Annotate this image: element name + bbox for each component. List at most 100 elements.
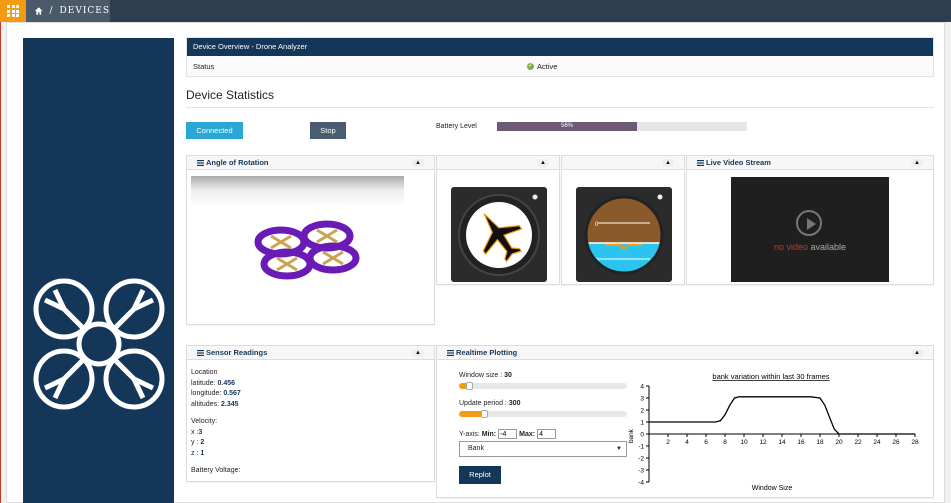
update-period-slider[interactable] bbox=[459, 410, 627, 418]
grid-icon[interactable] bbox=[0, 0, 26, 22]
velocity-label: Velocity: bbox=[191, 418, 218, 425]
sensor-list: Location latitude: 0.456 longitude: 0.56… bbox=[187, 360, 434, 485]
y-min-input[interactable] bbox=[498, 429, 518, 439]
y-tick-label: 2 bbox=[640, 408, 644, 415]
breadcrumb-devices[interactable]: DEVICES bbox=[60, 6, 110, 16]
heading-indicator-panel: ▲ bbox=[436, 155, 560, 285]
window-size-slider[interactable] bbox=[459, 382, 627, 390]
chart-title: bank variation within last 30 frames bbox=[712, 372, 829, 381]
panel-title: Live Video Stream bbox=[706, 158, 771, 167]
series-line bbox=[649, 396, 915, 435]
x-tick-label: 10 bbox=[740, 439, 748, 446]
bank-chart: bank variation within last 30 frames ban… bbox=[628, 372, 919, 492]
update-period-label: Update period : 300 bbox=[459, 400, 521, 407]
battery-progress-fill: 56% bbox=[497, 122, 637, 131]
page-title: Device Statistics bbox=[186, 88, 275, 102]
x-tick-label: 20 bbox=[835, 439, 843, 446]
velocity-x-row: x :3 bbox=[191, 428, 203, 436]
y-max-input[interactable] bbox=[537, 429, 557, 439]
sensor-readings-panel: Sensor Readings ▲ Location latitude: 0.4… bbox=[186, 345, 435, 482]
collapse-icon[interactable]: ▲ bbox=[911, 349, 923, 357]
x-tick-label: 22 bbox=[854, 439, 862, 446]
max-label: Max: bbox=[519, 430, 536, 438]
series-select[interactable]: Bank ▼ bbox=[459, 441, 627, 457]
list-icon bbox=[197, 349, 204, 356]
divider bbox=[0, 22, 1, 503]
check-icon: ✓ bbox=[527, 62, 534, 70]
battery-progress: 56% bbox=[497, 122, 747, 131]
status-label: Status bbox=[193, 61, 215, 71]
x-tick-label: 6 bbox=[704, 439, 708, 446]
play-icon[interactable] bbox=[796, 210, 822, 236]
y-tick-label: 1 bbox=[640, 420, 644, 427]
angle-of-rotation-panel: Angle of Rotation ▲ bbox=[186, 155, 435, 325]
x-tick-label: 24 bbox=[873, 439, 881, 446]
drone-3d-model bbox=[254, 220, 360, 280]
attitude-indicator: 0 0 bbox=[576, 187, 672, 282]
x-tick-label: 16 bbox=[797, 439, 805, 446]
home-icon[interactable] bbox=[34, 6, 43, 16]
heading-indicator bbox=[451, 187, 547, 282]
y-tick-label: -1 bbox=[638, 444, 644, 451]
top-bar: / DEVICES bbox=[0, 0, 951, 22]
collapse-icon[interactable]: ▲ bbox=[412, 159, 424, 167]
y-axis-range: Y-axis: Min: Max: bbox=[459, 429, 627, 439]
connected-button[interactable]: Connected bbox=[186, 122, 243, 139]
rotation-viewport bbox=[191, 176, 404, 208]
list-icon bbox=[197, 159, 204, 166]
x-tick-label: 18 bbox=[816, 439, 824, 446]
overview-title: Device Overview - Drone Analyzer bbox=[187, 38, 933, 56]
breadcrumb: / DEVICES bbox=[26, 0, 110, 22]
collapse-icon[interactable]: ▲ bbox=[537, 159, 549, 167]
y-tick-label: 3 bbox=[640, 396, 644, 403]
x-tick-label: 14 bbox=[778, 439, 786, 446]
y-tick-label: -4 bbox=[638, 480, 644, 487]
velocity-y-row: y : 2 bbox=[191, 439, 205, 446]
y-tick-label: -3 bbox=[638, 468, 644, 475]
x-tick-label: 26 bbox=[892, 439, 900, 446]
velocity-z-row: z : 1 bbox=[191, 449, 205, 457]
sidebar bbox=[23, 38, 174, 503]
battery-label: Battery Level bbox=[436, 123, 477, 130]
y-axis-label: Y-axis: bbox=[459, 430, 480, 438]
plot-controls: Window size : 30 Update period : 300 Y-a… bbox=[459, 372, 627, 484]
divider bbox=[186, 107, 934, 108]
longitude-row: longitude: 0.567 bbox=[191, 390, 241, 397]
x-tick-label: 28 bbox=[911, 439, 919, 446]
y-tick-label: 0 bbox=[640, 432, 644, 439]
breadcrumb-separator: / bbox=[49, 6, 54, 16]
drone-logo-icon bbox=[33, 278, 165, 410]
x-tick-label: 4 bbox=[685, 439, 689, 446]
replot-button[interactable]: Replot bbox=[459, 466, 501, 484]
status-value: Active bbox=[537, 61, 558, 71]
window-size-label: Window size : 30 bbox=[459, 372, 512, 379]
list-icon bbox=[697, 159, 704, 166]
x-tick-label: 8 bbox=[723, 439, 727, 446]
panel-title: Sensor Readings bbox=[206, 348, 268, 357]
collapse-icon[interactable]: ▲ bbox=[412, 349, 424, 357]
collapse-icon[interactable]: ▲ bbox=[911, 159, 923, 167]
x-tick-label: 2 bbox=[666, 439, 670, 446]
y-axis-title: bank bbox=[628, 428, 635, 443]
min-label: Min: bbox=[481, 430, 497, 438]
x-axis-title: Window Size bbox=[752, 485, 793, 492]
live-video-panel: Live Video Stream ▲ no video available bbox=[686, 155, 934, 285]
panel-title: Angle of Rotation bbox=[206, 158, 269, 167]
altitude-row: altitudes: 2.345 bbox=[191, 400, 239, 408]
video-player[interactable]: no video available bbox=[731, 177, 889, 282]
attitude-indicator-panel: ▲ 0 0 bbox=[561, 155, 685, 285]
no-video-message: no video available bbox=[773, 242, 847, 252]
y-tick-label: -2 bbox=[638, 456, 644, 463]
battery-voltage-label: Battery Voltage: bbox=[191, 467, 241, 474]
chevron-down-icon: ▼ bbox=[616, 446, 622, 452]
latitude-row: latitude: 0.456 bbox=[191, 379, 236, 387]
list-icon bbox=[447, 349, 454, 356]
x-tick-label: 12 bbox=[759, 439, 767, 446]
device-overview: Device Overview - Drone Analyzer Status … bbox=[186, 37, 934, 77]
status-row: Status ✓ Active bbox=[187, 56, 933, 76]
collapse-icon[interactable]: ▲ bbox=[662, 159, 674, 167]
y-tick-label: 4 bbox=[640, 384, 644, 391]
location-label: Location bbox=[191, 369, 218, 376]
realtime-plotting-panel: Realtime Plotting ▲ Window size : 30 Upd… bbox=[436, 345, 934, 498]
stop-button[interactable]: Stop bbox=[310, 122, 346, 139]
